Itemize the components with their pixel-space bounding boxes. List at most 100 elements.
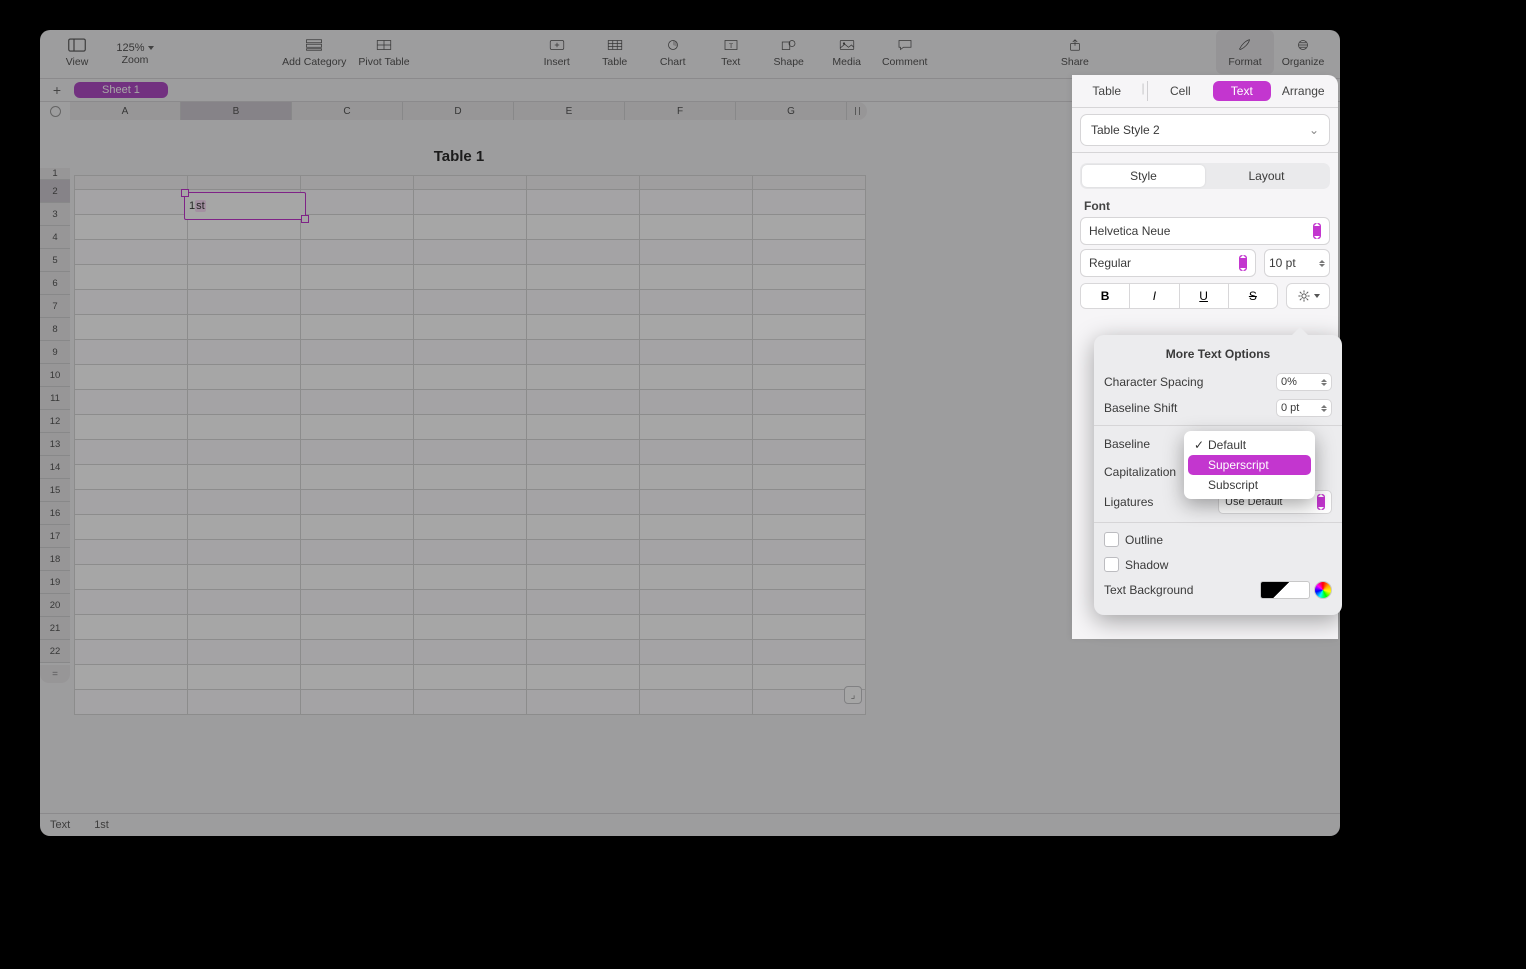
organize-icon xyxy=(1294,36,1312,54)
row-head[interactable]: 16 xyxy=(40,502,70,525)
row-head[interactable]: 15 xyxy=(40,479,70,502)
stepper-icon xyxy=(1321,405,1327,412)
status-bar: Text 1st xyxy=(40,813,1340,836)
row-head[interactable]: 3 xyxy=(40,203,70,226)
col-head-g[interactable]: G xyxy=(736,102,847,120)
chart-icon xyxy=(664,36,682,54)
comment-button[interactable]: Comment xyxy=(876,30,934,74)
row-head[interactable]: 2 xyxy=(40,180,70,203)
add-sheet-button[interactable]: + xyxy=(48,81,66,99)
row-head[interactable]: 17 xyxy=(40,525,70,548)
row-head[interactable]: 9 xyxy=(40,341,70,364)
editing-cell[interactable]: 1st xyxy=(184,192,306,220)
view-button[interactable]: View xyxy=(48,30,106,74)
table-title[interactable]: Table 1 xyxy=(74,124,844,175)
brush-icon xyxy=(1236,36,1254,54)
add-category-button[interactable]: Add Category xyxy=(276,30,352,74)
row-head[interactable]: 13 xyxy=(40,433,70,456)
baseline-shift-stepper[interactable]: 0 pt xyxy=(1276,399,1332,417)
col-head-a[interactable]: A xyxy=(70,102,181,120)
col-head-e[interactable]: E xyxy=(514,102,625,120)
media-button[interactable]: Media xyxy=(818,30,876,74)
row-head[interactable]: 14 xyxy=(40,456,70,479)
row-head[interactable]: 7 xyxy=(40,295,70,318)
baseline-shift-label: Baseline Shift xyxy=(1104,401,1177,415)
text-style-select[interactable]: Table Style 2 ⌄ xyxy=(1080,114,1330,146)
outline-checkbox[interactable] xyxy=(1104,532,1119,547)
shape-icon xyxy=(780,36,798,54)
baseline-option-default[interactable]: ✓Default xyxy=(1188,435,1311,455)
row-head[interactable]: 4 xyxy=(40,226,70,249)
share-icon xyxy=(1066,36,1084,54)
color-wheel-button[interactable] xyxy=(1314,581,1332,599)
row-head[interactable]: 22 xyxy=(40,640,70,663)
add-column-handle[interactable] xyxy=(847,102,867,120)
format-button[interactable]: Format xyxy=(1216,30,1274,74)
baseline-option-superscript[interactable]: Superscript xyxy=(1188,455,1311,475)
style-layout-segment[interactable]: Style Layout xyxy=(1080,163,1330,189)
share-button[interactable]: Share xyxy=(1046,30,1104,74)
inspector-tabs: Table | Cell Text Arrange xyxy=(1072,75,1338,108)
italic-button[interactable]: I xyxy=(1130,284,1179,308)
shadow-label: Shadow xyxy=(1125,558,1168,572)
underline-button[interactable]: U xyxy=(1180,284,1229,308)
baseline-option-subscript[interactable]: Subscript xyxy=(1188,475,1311,495)
bold-button[interactable]: B xyxy=(1081,284,1130,308)
row-head[interactable]: 11 xyxy=(40,387,70,410)
selection-handle[interactable] xyxy=(181,189,189,197)
resize-corner-handle[interactable]: ⌟ xyxy=(844,686,862,704)
row-head[interactable]: 10 xyxy=(40,364,70,387)
row-head[interactable]: 12 xyxy=(40,410,70,433)
col-head-f[interactable]: F xyxy=(625,102,736,120)
more-text-options-button[interactable] xyxy=(1286,283,1330,309)
check-icon: ✓ xyxy=(1194,438,1204,452)
organize-button[interactable]: Organize xyxy=(1274,30,1332,74)
font-size-stepper[interactable]: 10 pt xyxy=(1264,249,1330,277)
char-spacing-stepper[interactable]: 0% xyxy=(1276,373,1332,391)
table-button[interactable]: Table xyxy=(586,30,644,74)
zoom-button[interactable]: 125% Zoom xyxy=(106,30,164,74)
category-icon xyxy=(305,36,323,54)
row-head[interactable]: 6 xyxy=(40,272,70,295)
text-bg-swatch[interactable] xyxy=(1260,581,1310,599)
chart-button[interactable]: Chart xyxy=(644,30,702,74)
data-table[interactable] xyxy=(74,175,866,715)
row-head[interactable]: 19 xyxy=(40,571,70,594)
shadow-checkbox[interactable] xyxy=(1104,557,1119,572)
row-head[interactable]: 18 xyxy=(40,548,70,571)
row-head[interactable]: 5 xyxy=(40,249,70,272)
outline-label: Outline xyxy=(1125,533,1163,547)
status-mode: Text xyxy=(50,819,70,831)
tab-cell[interactable]: Cell xyxy=(1152,81,1209,101)
row-head[interactable]: 8 xyxy=(40,318,70,341)
insert-button[interactable]: Insert xyxy=(528,30,586,74)
stepper-icon xyxy=(1319,260,1325,267)
col-head-d[interactable]: D xyxy=(403,102,514,120)
seg-layout[interactable]: Layout xyxy=(1205,165,1328,187)
chevron-down-icon: ⌄ xyxy=(1309,123,1319,137)
col-head-b[interactable]: B xyxy=(181,102,292,120)
row-head[interactable]: 1 xyxy=(40,168,70,180)
tab-table[interactable]: Table xyxy=(1078,81,1135,101)
view-label: View xyxy=(66,56,89,68)
zoom-label: Zoom xyxy=(122,54,149,66)
add-row-handle[interactable] xyxy=(40,665,70,683)
sheet-tab[interactable]: Sheet 1 xyxy=(74,82,168,98)
tab-arrange[interactable]: Arrange xyxy=(1275,81,1332,101)
strike-button[interactable]: S xyxy=(1229,284,1277,308)
col-head-c[interactable]: C xyxy=(292,102,403,120)
row-head[interactable]: 21 xyxy=(40,617,70,640)
font-weight-select[interactable]: Regular xyxy=(1080,249,1256,277)
row-head[interactable]: 20 xyxy=(40,594,70,617)
toolbar: View 125% Zoom Add Cat xyxy=(40,30,1340,79)
select-all-corner[interactable] xyxy=(40,102,70,120)
text-style-group: B I U S xyxy=(1080,283,1278,309)
text-button[interactable]: TText xyxy=(702,30,760,74)
selection-handle[interactable] xyxy=(301,215,309,223)
shape-button[interactable]: Shape xyxy=(760,30,818,74)
tab-text[interactable]: Text xyxy=(1213,81,1270,101)
seg-style[interactable]: Style xyxy=(1082,165,1205,187)
media-icon xyxy=(838,36,856,54)
font-family-select[interactable]: Helvetica Neue xyxy=(1080,217,1330,245)
pivot-table-button[interactable]: Pivot Table xyxy=(352,30,415,74)
